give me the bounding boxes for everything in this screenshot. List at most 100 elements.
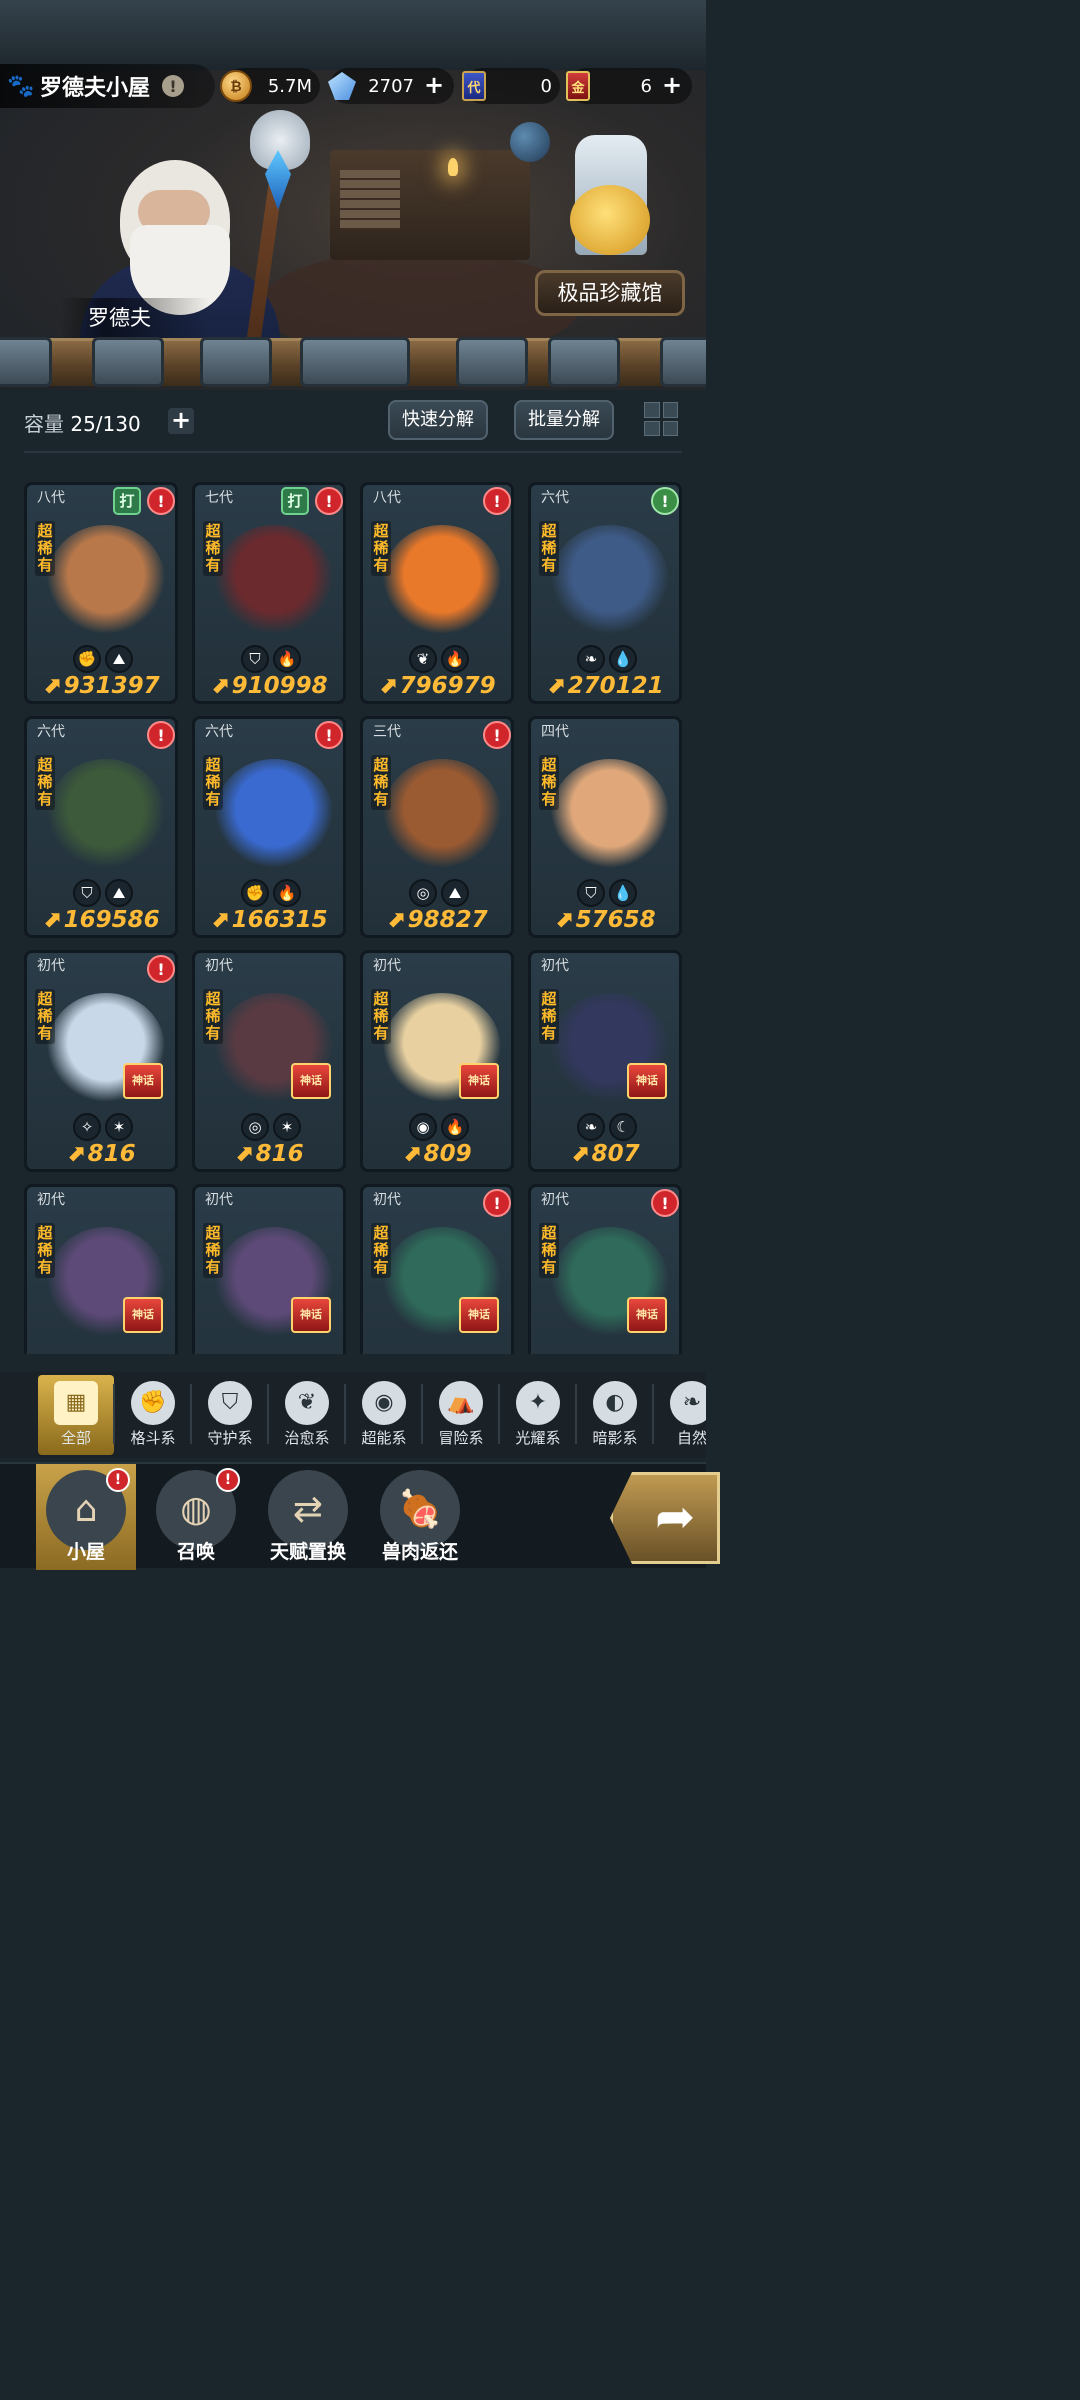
pet-card[interactable]: 初代 超稀有 神话 ◎ ✶ ⬈816 <box>192 950 346 1172</box>
fence-post <box>92 337 164 387</box>
filter-tab[interactable]: ⛺ 冒险系 <box>423 1375 499 1455</box>
filter-tab[interactable]: ✊ 格斗系 <box>115 1375 191 1455</box>
mythic-badge: 神话 <box>627 1063 667 1099</box>
pet-power-value: 816 <box>255 1141 304 1167</box>
alert-badge-icon: ! <box>483 487 511 515</box>
house-title[interactable]: 🐾 罗德夫小屋 ! <box>0 64 215 108</box>
pet-power: ⬈270121 <box>531 671 679 701</box>
treasure-hall-button[interactable]: 极品珍藏馆 <box>535 270 685 316</box>
crosshair-star-icon: ✦ <box>516 1381 560 1425</box>
quick-decompose-button[interactable]: 快速分解 <box>388 400 488 440</box>
pet-power-value: 910998 <box>231 673 328 699</box>
filter-tab[interactable]: ❧ 自然 <box>654 1375 706 1455</box>
filter-separator <box>113 1384 115 1444</box>
expand-capacity-button[interactable]: + <box>168 408 194 434</box>
pet-card[interactable]: 三代 超稀有! ◎ ⛰ ⬈98827 <box>360 716 514 938</box>
gold-value: 5.7M <box>267 75 312 97</box>
npc-name-label: 罗德夫 <box>60 298 210 338</box>
add-red-card-button[interactable]: + <box>660 73 684 98</box>
nav-item[interactable]: ◍ 召唤! <box>146 1464 246 1570</box>
pet-card[interactable]: 初代 超稀有! 神话 ✧ ✶ ⬈816 <box>24 950 178 1172</box>
fire-icon: 🔥 <box>273 879 301 907</box>
nav-item[interactable]: 🍖 兽肉返还 <box>370 1464 470 1570</box>
rarity-tag: 超稀有 <box>539 989 559 1044</box>
mythic-badge: 神话 <box>123 1297 163 1333</box>
filter-tab[interactable]: ✦ 光耀系 <box>500 1375 576 1455</box>
treasure-hall-throne[interactable] <box>560 135 660 285</box>
fight-badge: 打 <box>281 487 309 515</box>
crystal-value: 2707 <box>368 75 414 97</box>
power-arrow-icon: ⬈ <box>378 673 398 699</box>
pet-card[interactable]: 初代 超稀有! 神话 <box>360 1184 514 1354</box>
earth-icon: ⛰ <box>105 879 133 907</box>
filter-label: 守护系 <box>207 1429 253 1447</box>
rarity-tag: 超稀有 <box>371 521 391 576</box>
pet-card[interactable]: 四代 超稀有 ⛉ 💧 ⬈57658 <box>528 716 682 938</box>
shield-icon: ⛉ <box>577 879 605 907</box>
pet-portrait <box>383 759 501 869</box>
pet-card[interactable]: 六代 超稀有! ⛉ ⛰ ⬈169586 <box>24 716 178 938</box>
pet-card[interactable]: 初代 超稀有 神话 <box>192 1184 346 1354</box>
capacity-text: 容量 <box>24 412 64 436</box>
filter-tab[interactable]: ◉ 超能系 <box>346 1375 422 1455</box>
pet-generation: 七代 <box>205 490 233 506</box>
red-card-icon: 金 <box>566 71 590 101</box>
filter-tab[interactable]: ⛉ 守护系 <box>192 1375 268 1455</box>
pet-types: ⛉ 💧 <box>575 879 639 907</box>
pet-card[interactable]: 初代 超稀有! 神话 <box>528 1184 682 1354</box>
eclipse-icon: ◐ <box>593 1381 637 1425</box>
pet-card[interactable]: 六代 超稀有! ✊ 🔥 ⬈166315 <box>192 716 346 938</box>
filter-separator <box>267 1384 269 1444</box>
pet-card[interactable]: 初代 超稀有 神话 ❧ ☾ ⬈807 <box>528 950 682 1172</box>
power-arrow-icon: ⬈ <box>546 673 566 699</box>
rarity-tag: 超稀有 <box>539 521 559 576</box>
pet-card[interactable]: 六代 超稀有! ❧ 💧 ⬈270121 <box>528 482 682 704</box>
pet-portrait <box>215 525 333 635</box>
pet-card[interactable]: 七代 超稀有! 打 ⛉ 🔥 ⬈910998 <box>192 482 346 704</box>
alien-icon: ◉ <box>409 1113 437 1141</box>
pet-card[interactable]: 初代 超稀有 神话 ◉ 🔥 ⬈809 <box>360 950 514 1172</box>
filter-tab[interactable]: ◐ 暗影系 <box>577 1375 653 1455</box>
nav-item[interactable]: ⇄ 天赋置换 <box>258 1464 358 1570</box>
batch-decompose-button[interactable]: 批量分解 <box>514 400 614 440</box>
pet-card[interactable]: 八代 超稀有! 打 ✊ ⛰ ⬈931397 <box>24 482 178 704</box>
moon-icon: ☾ <box>609 1113 637 1141</box>
blue-card-icon: 代 <box>462 71 486 101</box>
blue-card-value: 0 <box>540 75 552 97</box>
pet-card[interactable]: 初代 超稀有 神话 <box>24 1184 178 1354</box>
pet-power-value: 807 <box>591 1141 640 1167</box>
blue-card-resource: 代 0 <box>462 68 560 104</box>
crystal-icon <box>328 72 356 100</box>
fence-post <box>200 337 272 387</box>
pet-portrait <box>47 759 165 869</box>
alien-icon: ◉ <box>362 1381 406 1425</box>
add-crystal-button[interactable]: + <box>422 73 446 98</box>
fight-badge: 打 <box>113 487 141 515</box>
pet-power-value: 809 <box>423 1141 472 1167</box>
power-arrow-icon: ⬈ <box>554 907 574 933</box>
grid-view-toggle-icon[interactable] <box>642 400 680 438</box>
info-alert-icon[interactable]: ! <box>162 75 185 97</box>
pet-card[interactable]: 八代 超稀有! ❦ 🔥 ⬈796979 <box>360 482 514 704</box>
power-arrow-icon: ⬈ <box>570 1141 590 1167</box>
next-page-button[interactable]: ➦ <box>610 1472 720 1564</box>
filter-tab[interactable]: ❦ 治愈系 <box>269 1375 345 1455</box>
power-arrow-icon: ⬈ <box>402 1141 422 1167</box>
nav-item[interactable]: ⌂ 小屋! <box>36 1464 136 1570</box>
pet-generation: 六代 <box>541 490 569 506</box>
grid-cell <box>662 420 678 436</box>
pet-power: ⬈809 <box>363 1139 511 1169</box>
rarity-tag: 超稀有 <box>203 989 223 1044</box>
alert-badge-icon: ! <box>651 1189 679 1217</box>
alert-badge-icon: ! <box>147 955 175 983</box>
gold-coin-icon: ₿ <box>220 70 252 102</box>
rarity-tag: 超稀有 <box>539 1223 559 1278</box>
pet-power-value: 816 <box>87 1141 136 1167</box>
golden-mascot-icon <box>570 185 650 255</box>
scene-fence <box>0 337 706 387</box>
filter-tab[interactable]: ▦ 全部 <box>38 1375 114 1455</box>
pet-power: ⬈931397 <box>27 671 175 701</box>
rarity-tag: 超稀有 <box>371 989 391 1044</box>
house-name: 罗德夫小屋 <box>40 76 151 101</box>
capacity-label: 容量 25/130 <box>24 408 141 437</box>
